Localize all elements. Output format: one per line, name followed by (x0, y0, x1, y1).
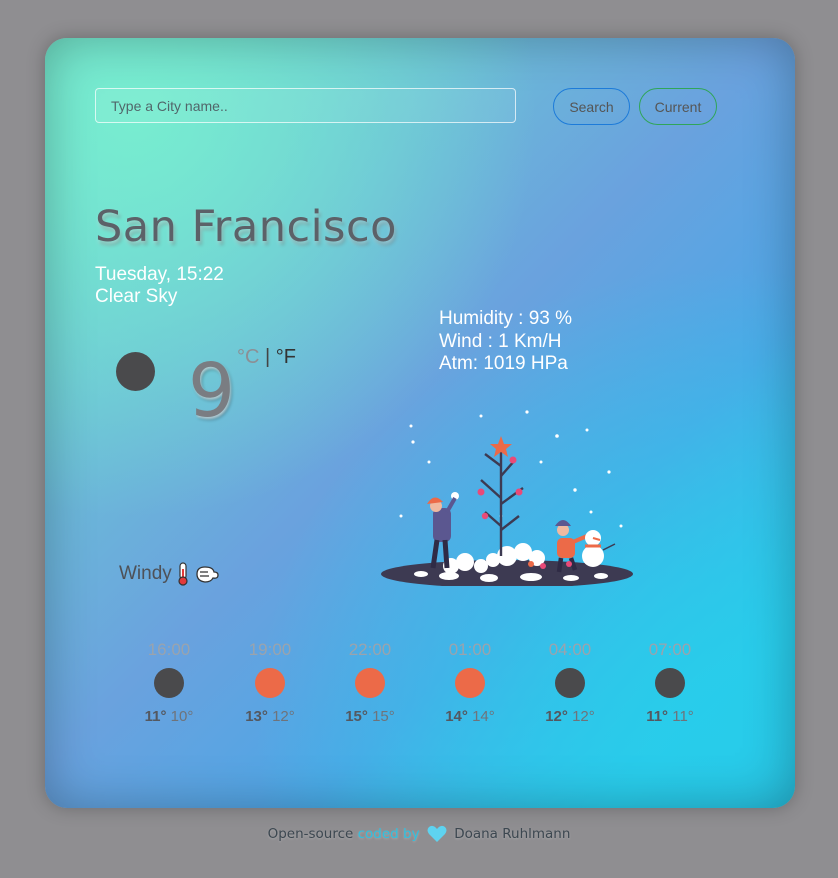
forecast-max: 11° (646, 708, 669, 725)
forecast-max: 15° (345, 708, 368, 725)
forecast-time: 22:00 (348, 640, 392, 659)
condition-note: Windy (119, 562, 220, 586)
forecast-time: 04:00 (548, 640, 592, 659)
wind-value: Wind : 1 Km/H (439, 330, 562, 352)
forecast-weather-icon (655, 668, 685, 698)
forecast-temps: 11° 10° (119, 708, 219, 725)
forecast-temps: 12° 12° (520, 708, 620, 725)
date-time: Tuesday, 15:22 (95, 264, 224, 285)
current-temperature: 9 (188, 348, 236, 434)
forecast-item: 04:00 12° 12° (520, 640, 620, 725)
thermometer-icon (178, 562, 188, 586)
coded-by-text: coded by (357, 826, 420, 842)
forecast-min: 10° (170, 708, 194, 725)
forecast-weather-icon (555, 668, 585, 698)
forecast-min: 12° (272, 708, 295, 725)
forecast-item: 22:00 15° 15° (320, 640, 420, 725)
weather-details: Humidity : 93 % Wind : 1 Km/H Atm: 1019 … (439, 308, 572, 376)
forecast-temps: 15° 15° (320, 708, 420, 725)
unit-toggle: °C | °F (237, 346, 296, 369)
forecast-min: 14° (472, 708, 495, 725)
forecast-temps: 13° 12° (220, 708, 320, 725)
forecast-min: 11° (672, 708, 694, 725)
condition-label: Windy (119, 563, 172, 584)
forecast-max: 12° (545, 708, 568, 725)
forecast-min: 12° (572, 708, 595, 725)
winter-illustration (381, 410, 633, 586)
forecast-max: 13° (245, 708, 268, 725)
author-link[interactable]: Doana Ruhlmann (454, 826, 570, 842)
forecast-min: 15° (372, 708, 395, 725)
weather-description: Clear Sky (95, 286, 178, 307)
fahrenheit-link[interactable]: °F (276, 346, 296, 368)
forecast-max: 11° (144, 708, 167, 725)
atmosphere-value: Atm: 1019 HPa (439, 353, 568, 374)
forecast-item: 07:00 11° 11° (620, 640, 720, 725)
forecast-weather-icon (154, 668, 184, 698)
forecast-temps: 14° 14° (420, 708, 520, 725)
forecast-max: 14° (445, 708, 468, 725)
forecast-item: 01:00 14° 14° (420, 640, 520, 725)
weather-icon (116, 352, 155, 391)
current-location-button[interactable]: Current (639, 88, 717, 125)
forecast-time: 07:00 (648, 640, 692, 659)
celsius-link[interactable]: °C (237, 346, 259, 368)
forecast-weather-icon (455, 668, 485, 698)
open-source-link[interactable]: Open-source (268, 826, 354, 842)
city-search-input[interactable] (95, 88, 516, 123)
forecast-time: 19:00 (248, 640, 292, 659)
forecast-item: 19:00 13° 12° (220, 640, 320, 725)
humidity-value: Humidity : 93 % (439, 308, 573, 329)
wind-face-icon (196, 566, 219, 583)
city-name: San Francisco (95, 202, 397, 252)
unit-separator: | (265, 346, 271, 368)
forecast-item: 16:00 11° 10° (119, 640, 219, 725)
forecast-time: 16:00 (147, 640, 191, 659)
search-button[interactable]: Search (553, 88, 630, 125)
weather-card: Search Current San Francisco Tuesday, 15… (45, 38, 795, 808)
forecast-temps: 11° 11° (620, 708, 720, 725)
heart-icon (427, 825, 447, 842)
forecast-weather-icon (255, 668, 285, 698)
forecast-time: 01:00 (448, 640, 492, 659)
forecast-weather-icon (355, 668, 385, 698)
footer: Open-source coded by Doana Ruhlmann (0, 825, 838, 843)
